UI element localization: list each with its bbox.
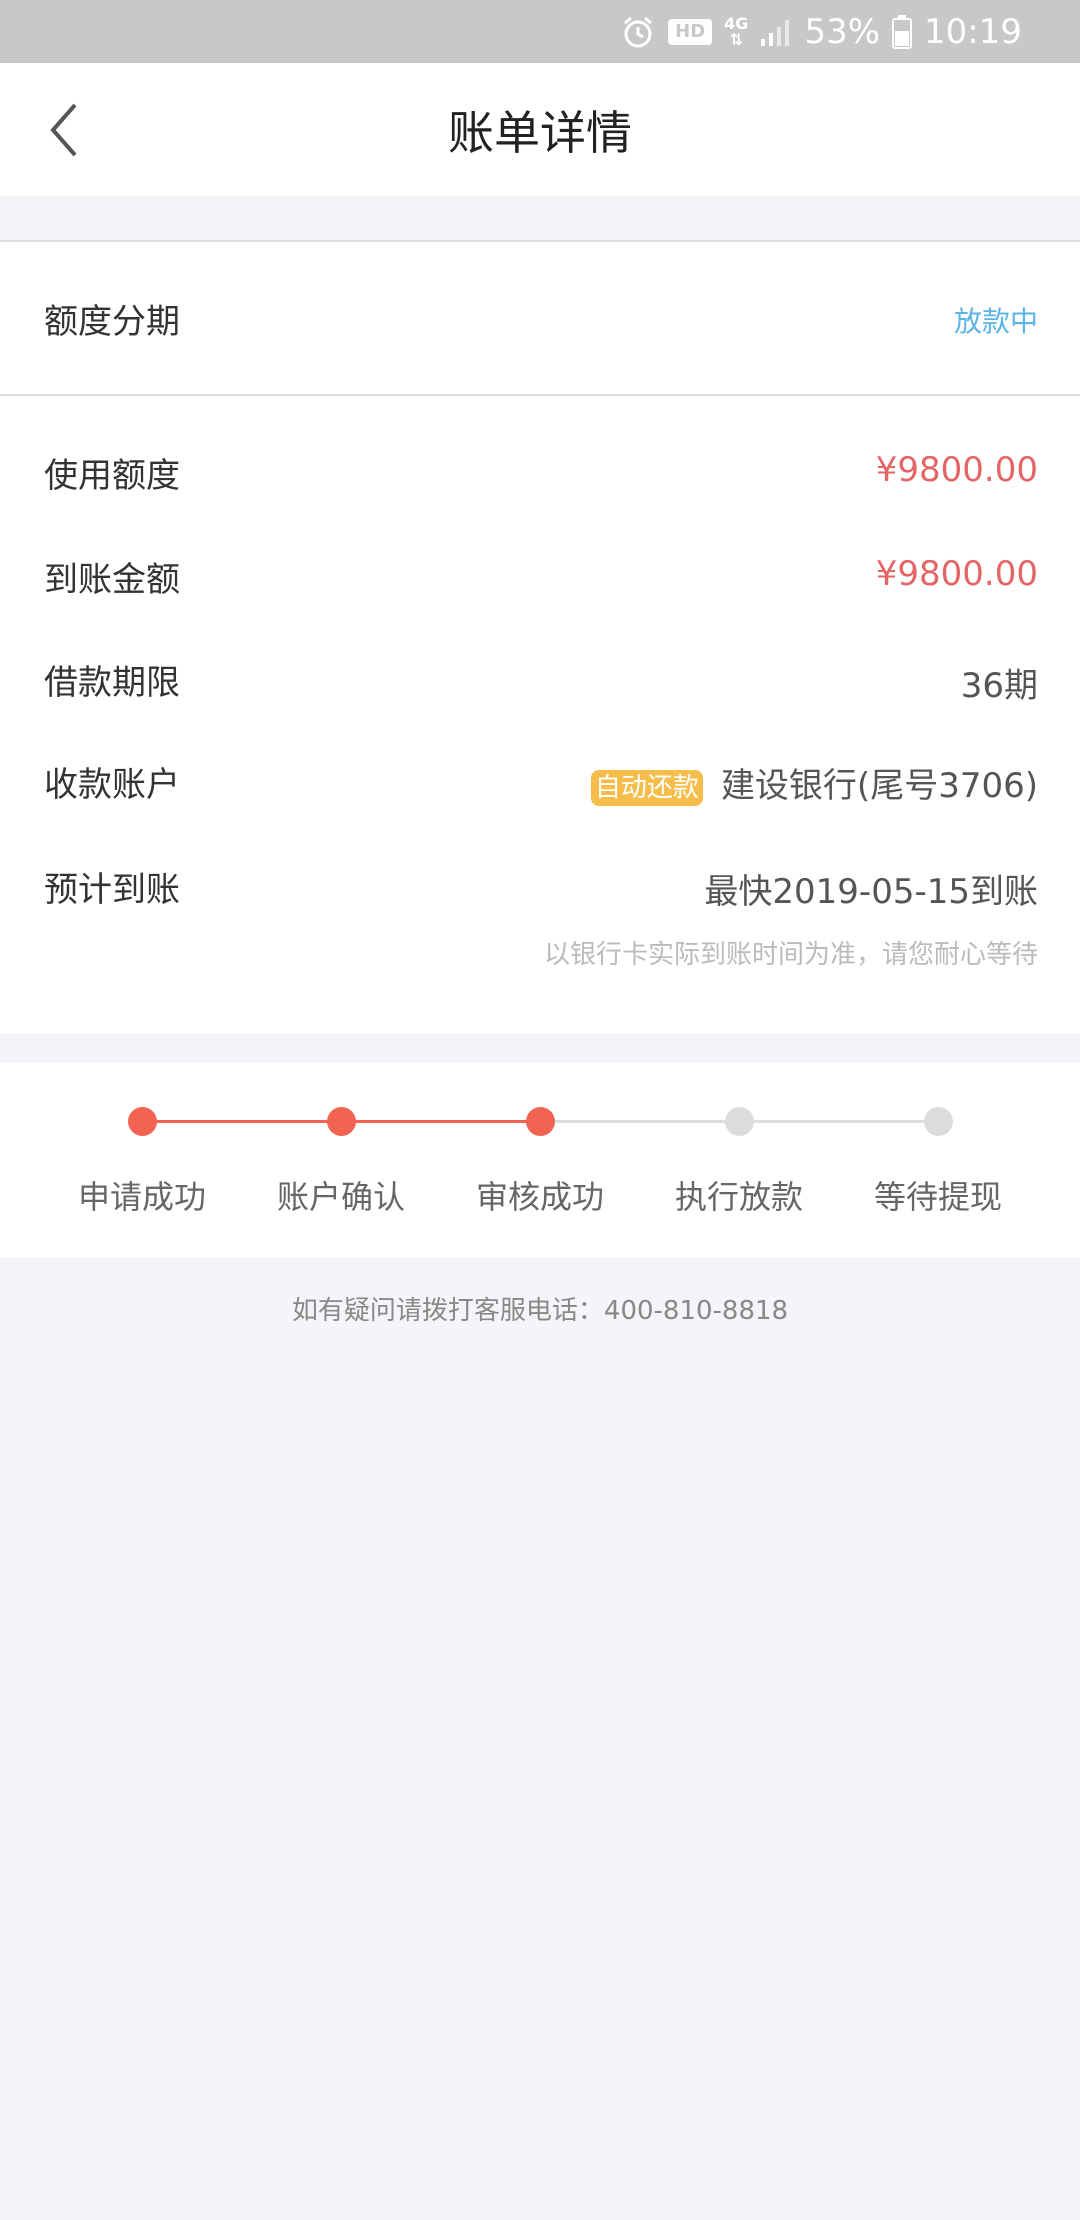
clock-time: 10:19 xyxy=(924,11,1022,52)
received-amount-label: 到账金额 xyxy=(44,560,180,600)
step-label-account: 账户确认 xyxy=(276,1178,405,1216)
loan-term-label: 借款期限 xyxy=(44,663,180,703)
loan-term-value: 36期 xyxy=(960,666,1038,706)
progress-line-1 xyxy=(142,1120,341,1123)
progress-line-4 xyxy=(739,1120,938,1123)
status-bar-icons: HD 4G ⇅ 53% 10:19 xyxy=(620,0,1022,63)
step-label-review: 审核成功 xyxy=(475,1178,604,1216)
battery-percent: 53% xyxy=(804,11,881,52)
bill-details-card: 使用额度 ¥9800.00 到账金额 ¥9800.00 借款期限 36期 收款账… xyxy=(0,396,1080,1034)
step-dot-5 xyxy=(924,1107,953,1136)
step-dot-3 xyxy=(526,1107,555,1136)
bill-type-card: 额度分期 放款中 xyxy=(0,240,1080,396)
signal-icon xyxy=(760,17,792,47)
customer-service-note: 如有疑问请拨打客服电话：400-810-8818 xyxy=(291,1296,789,1326)
receiving-account-label: 收款账户 xyxy=(44,765,180,805)
hd-icon: HD xyxy=(668,18,713,45)
page-title: 账单详情 xyxy=(448,105,632,160)
step-dot-1 xyxy=(128,1107,157,1136)
data-arrows-icon: ⇅ xyxy=(729,29,743,49)
received-amount-value: ¥9800.00 xyxy=(875,554,1038,594)
alarm-icon xyxy=(620,14,656,50)
bill-type-label: 额度分期 xyxy=(44,302,180,342)
receiving-account-value-wrap: 自动还款 建设银行(尾号3706) xyxy=(590,758,1038,807)
progress-tracker: 申请成功 账户确认 审核成功 执行放款 等待提现 xyxy=(0,1063,1080,1258)
eta-label: 预计到账 xyxy=(44,870,180,910)
loan-status-badge: 放款中 xyxy=(953,305,1038,338)
status-bar: HD 4G ⇅ 53% 10:19 xyxy=(0,0,1080,63)
auto-repay-tag: 自动还款 xyxy=(590,769,703,806)
step-dot-4 xyxy=(725,1107,754,1136)
step-label-withdraw: 等待提现 xyxy=(873,1178,1002,1216)
step-label-disburse: 执行放款 xyxy=(674,1178,803,1216)
eta-value: 最快2019-05-15到账 xyxy=(704,872,1038,912)
progress-line-2 xyxy=(341,1120,540,1123)
eta-note: 以银行卡实际到账时间为准，请您耐心等待 xyxy=(543,940,1038,970)
used-limit-value: ¥9800.00 xyxy=(875,450,1038,490)
progress-line-3 xyxy=(540,1120,739,1123)
nav-header: 账单详情 xyxy=(0,63,1080,196)
step-dot-2 xyxy=(327,1107,356,1136)
step-label-apply: 申请成功 xyxy=(77,1178,206,1216)
used-limit-label: 使用额度 xyxy=(44,456,180,496)
battery-icon xyxy=(892,14,913,49)
receiving-account-value: 建设银行(尾号3706) xyxy=(720,766,1038,806)
network-4g-icon: 4G ⇅ xyxy=(724,15,748,49)
